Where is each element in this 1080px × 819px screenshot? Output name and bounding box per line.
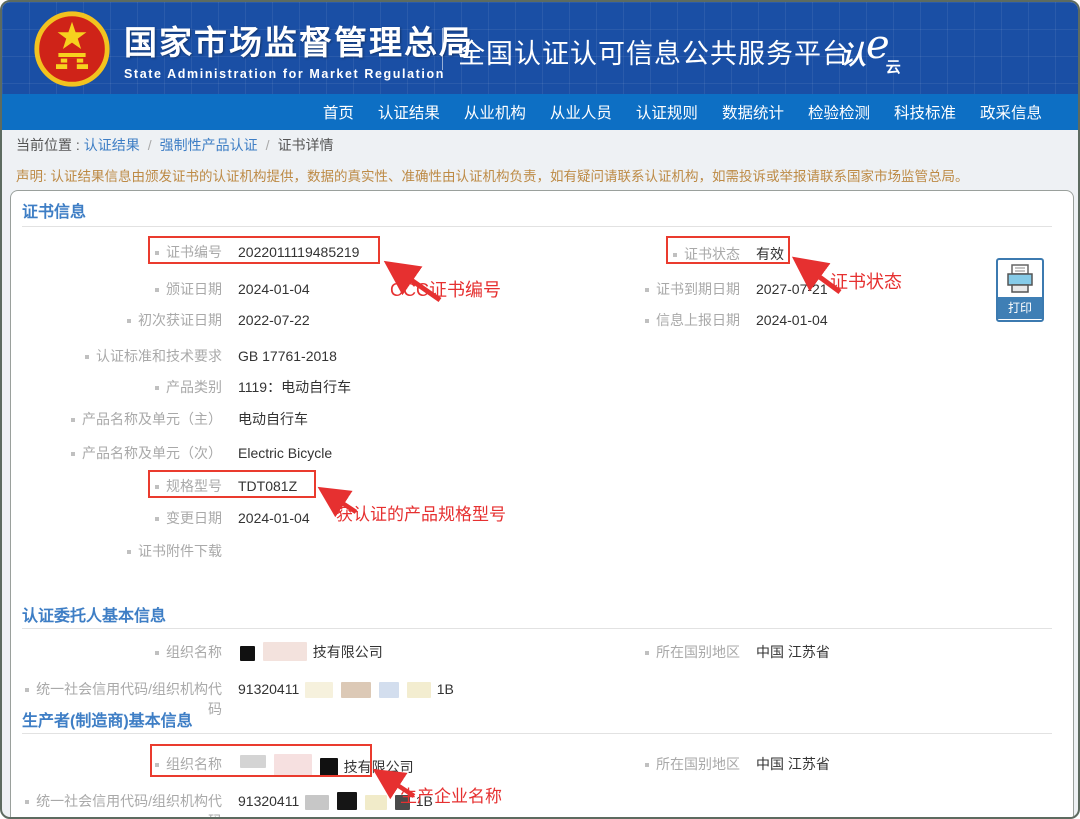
print-button[interactable]: 打印	[996, 258, 1044, 322]
nav-item-statistics[interactable]: 数据统计	[722, 101, 784, 123]
redaction-block	[240, 646, 255, 661]
redaction-block	[305, 682, 333, 698]
field-label: 产品名称及单元（次）	[22, 443, 222, 463]
redaction-block	[263, 642, 307, 661]
breadcrumb: 当前位置 : 认证结果 / 强制性产品认证 / 证书详情	[2, 130, 1078, 160]
breadcrumb-separator: /	[266, 137, 270, 153]
nav-item-home[interactable]: 首页	[323, 101, 354, 123]
field-row-product-name-main: 产品名称及单元（主） 电动自行车	[22, 409, 308, 429]
nav-item-standards[interactable]: 科技标准	[894, 101, 956, 123]
org-title-block: 国家市场监督管理总局 State Administration for Mark…	[124, 16, 474, 81]
breadcrumb-separator: /	[148, 137, 152, 153]
field-value: 2024-01-04	[238, 279, 310, 299]
printer-icon	[1004, 263, 1036, 297]
main-nav: 首页 认证结果 从业机构 从业人员 认证规则 数据统计 检验检测 科技标准 政采…	[2, 94, 1078, 130]
section-divider	[22, 628, 1052, 629]
credit-code-redacted: 91320411 1B	[238, 679, 454, 699]
field-label: 变更日期	[22, 508, 222, 528]
credit-code-suffix: 1B	[437, 681, 454, 697]
annotation-model: 获认证的产品规格型号	[336, 500, 506, 525]
national-emblem-icon	[32, 9, 112, 89]
print-button-label: 打印	[998, 297, 1042, 319]
nav-item-agencies[interactable]: 从业机构	[464, 101, 526, 123]
field-row-attachment-download: 证书附件下载	[22, 541, 238, 561]
field-row-applicant-region: 所在国别地区 中国 江苏省	[614, 642, 830, 662]
field-label: 信息上报日期	[614, 310, 740, 330]
breadcrumb-link-ccc[interactable]: 强制性产品认证	[160, 135, 258, 155]
field-value: 2024-01-04	[756, 310, 828, 330]
credit-code-prefix: 91320411	[238, 793, 299, 809]
annotation-status: 证书状态	[830, 268, 902, 294]
field-value: 1119：电动自行车	[238, 377, 351, 397]
field-label: 组织名称	[22, 642, 222, 662]
field-row-manufacturer-region: 所在国别地区 中国 江苏省	[614, 754, 830, 774]
header-divider	[442, 28, 443, 70]
breadcrumb-prefix: 当前位置 :	[16, 135, 80, 155]
field-row-applicant-org: 组织名称 技有限公司	[22, 642, 383, 662]
field-label: 颁证日期	[22, 279, 222, 299]
field-label: 所在国别地区	[614, 642, 740, 662]
org-title-cn: 国家市场监督管理总局	[124, 16, 474, 64]
highlight-box-status	[666, 236, 790, 264]
certificate-detail-page: 国家市场监督管理总局 State Administration for Mark…	[0, 0, 1080, 819]
field-label: 认证标准和技术要求	[22, 346, 222, 366]
redaction-block	[337, 792, 357, 810]
site-header: 国家市场监督管理总局 State Administration for Mark…	[2, 2, 1078, 94]
field-label: 产品名称及单元（主）	[22, 409, 222, 429]
org-title-en: State Administration for Market Regulati…	[124, 67, 474, 81]
field-label: 初次获证日期	[22, 310, 222, 330]
field-value: 2022-07-22	[238, 310, 310, 330]
breadcrumb-link-cert-results[interactable]: 认证结果	[84, 135, 140, 155]
nav-item-procurement[interactable]: 政采信息	[980, 101, 1042, 123]
field-row-product-name-secondary: 产品名称及单元（次） Electric Bicycle	[22, 443, 332, 463]
nav-item-personnel[interactable]: 从业人员	[550, 101, 612, 123]
redaction-block	[379, 682, 399, 698]
highlight-box-model	[148, 470, 316, 498]
field-row-report-date: 信息上报日期 2024-01-04	[614, 310, 828, 330]
section-title-cert-info: 证书信息	[22, 198, 86, 222]
field-value: GB 17761-2018	[238, 346, 337, 366]
field-row-issue-date: 颁证日期 2024-01-04	[22, 279, 310, 299]
field-row-product-category: 产品类别 1119：电动自行车	[22, 377, 351, 397]
field-value: 电动自行车	[238, 409, 308, 429]
highlight-box-manufacturer	[150, 744, 372, 777]
field-label: 所在国别地区	[614, 754, 740, 774]
field-row-first-issue-date: 初次获证日期 2022-07-22	[22, 310, 310, 330]
redaction-block	[407, 682, 431, 698]
annotation-manufacturer: 生产企业名称	[400, 782, 502, 807]
breadcrumb-current: 证书详情	[278, 135, 334, 155]
redaction-block	[341, 682, 371, 698]
platform-title: 全国认证认可信息公共服务平台	[458, 32, 850, 71]
field-row-change-date: 变更日期 2024-01-04	[22, 508, 310, 528]
field-value: 中国 江苏省	[756, 754, 830, 774]
field-label: 统一社会信用代码/组织机构代码	[22, 791, 222, 819]
field-row-manufacturer-credit-code: 统一社会信用代码/组织机构代码 91320411 1B	[22, 791, 433, 819]
field-value: 中国 江苏省	[756, 642, 830, 662]
nav-item-inspection[interactable]: 检验检测	[808, 101, 870, 123]
org-name-redacted: 技有限公司	[238, 642, 383, 662]
nav-item-rules[interactable]: 认证规则	[636, 101, 698, 123]
disclaimer-notice: 声明: 认证结果信息由颁发证书的认证机构提供，数据的真实性、准确性由认证机构负责…	[2, 160, 1078, 190]
org-name-visible: 技有限公司	[313, 644, 383, 660]
credit-code-prefix: 91320411	[238, 681, 299, 697]
section-title-applicant: 认证委托人基本信息	[22, 602, 166, 626]
renyun-logo: 认e云	[840, 28, 905, 74]
section-title-manufacturer: 生产者(制造商)基本信息	[22, 707, 193, 731]
field-row-standard: 认证标准和技术要求 GB 17761-2018	[22, 346, 337, 366]
nav-item-cert-results[interactable]: 认证结果	[378, 101, 440, 123]
field-value: Electric Bicycle	[238, 443, 332, 463]
field-label: 证书附件下载	[22, 541, 222, 561]
section-divider	[22, 226, 1052, 227]
field-label: 证书到期日期	[614, 279, 740, 299]
highlight-box-cert-no	[148, 236, 380, 264]
section-divider	[22, 733, 1052, 734]
redaction-block	[305, 795, 329, 810]
field-value: 2024-01-04	[238, 508, 310, 528]
annotation-cert-no: CCC证书编号	[390, 276, 501, 302]
field-label: 产品类别	[22, 377, 222, 397]
